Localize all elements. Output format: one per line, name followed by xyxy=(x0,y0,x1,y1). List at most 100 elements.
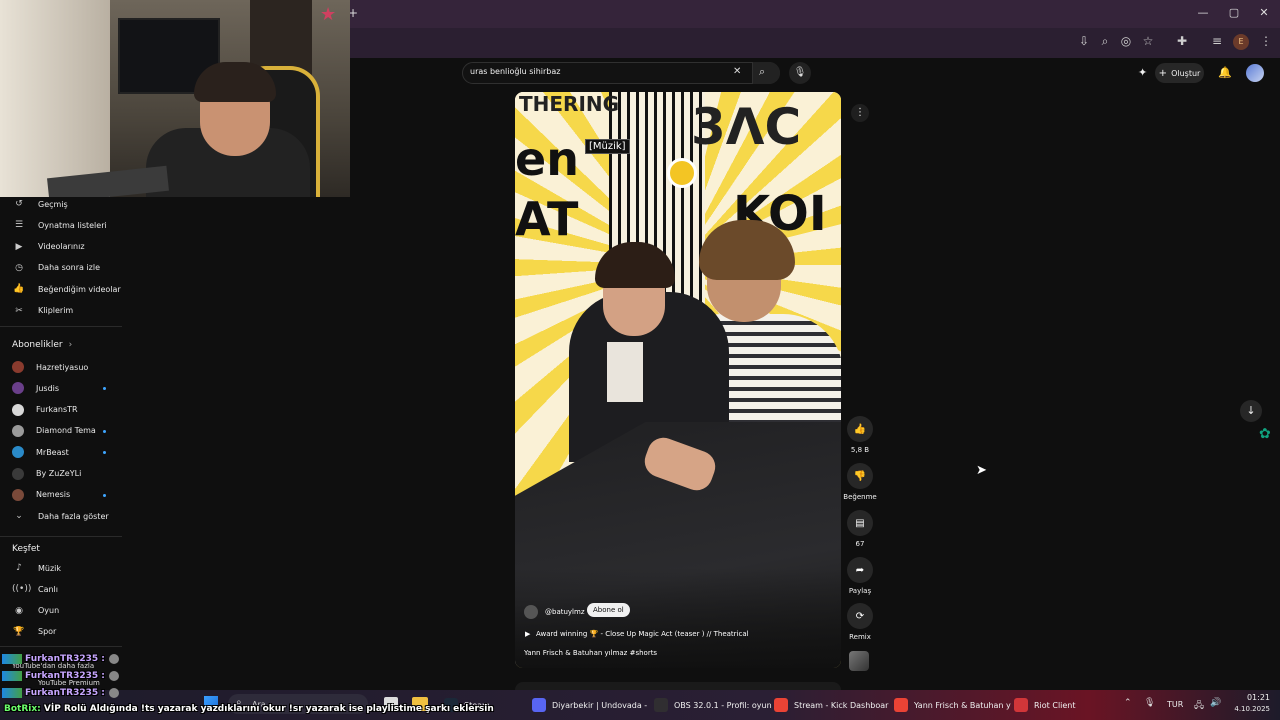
sidebar-item-clock[interactable]: ◷ Daha sonra izle xyxy=(12,258,100,278)
sidebar-item-label: Spor xyxy=(38,627,57,637)
taskbar-app-3[interactable]: Stream - Kick Dashboar xyxy=(774,698,888,712)
channel-avatar xyxy=(12,361,24,373)
profile-avatar[interactable]: E xyxy=(1233,34,1249,50)
clock-icon: ◷ xyxy=(15,262,23,273)
sign-text-mid-left: en xyxy=(515,132,579,186)
taskbar-app-label: Yann Frisch & Batuhan y xyxy=(914,700,1011,710)
next-short-preview[interactable] xyxy=(515,682,841,690)
sidebar-item-scissors[interactable]: ✂ Kliplerim xyxy=(12,301,73,321)
short-title[interactable]: Award winning 🏆 - Close Up Magic Act (te… xyxy=(536,630,749,638)
sidebar-item-music[interactable]: ♪ Müzik xyxy=(12,558,61,578)
app-icon xyxy=(654,698,668,712)
window-minimize-button[interactable]: — xyxy=(1193,6,1213,19)
subscription-label: Hazretiyasuo xyxy=(36,362,89,372)
network-icon[interactable]: 🖧 xyxy=(1194,698,1204,714)
short-video-player[interactable]: THERING 3ΛC en AT KOI [Müzik] @batuylmz … xyxy=(515,92,841,668)
account-avatar[interactable] xyxy=(1246,64,1264,82)
new-content-dot xyxy=(103,429,106,433)
scissors-icon: ✂ xyxy=(15,305,23,316)
sidebar-item-playlist[interactable]: ☰ Oynatma listeleri xyxy=(12,215,107,235)
search-button[interactable] xyxy=(752,62,780,84)
channel-avatar[interactable] xyxy=(524,605,538,619)
comments-action[interactable]: ▤ 67 xyxy=(846,510,874,548)
thumb-up-icon: 👍 xyxy=(13,284,25,295)
app-icon xyxy=(532,698,546,712)
cast-icon[interactable]: ✦ xyxy=(1138,66,1147,79)
subscribe-button[interactable]: Abone ol xyxy=(587,603,630,617)
zoom-icon[interactable]: ⌕ xyxy=(1097,34,1113,49)
extensions-icon[interactable]: ✚ xyxy=(1174,34,1190,48)
more-options-icon[interactable]: ⋮ xyxy=(851,104,869,122)
share-action[interactable]: ➦ Paylaş xyxy=(846,557,874,595)
browser-menu-icon[interactable]: ⋮ xyxy=(1258,34,1274,48)
media-control-icon[interactable]: ≡ xyxy=(1209,34,1225,48)
window-close-button[interactable]: ✕ xyxy=(1254,6,1274,19)
subscription-item[interactable]: Nemesis xyxy=(12,485,70,505)
sidebar-item-video[interactable]: ▶ Videolarınız xyxy=(12,237,85,257)
window-maximize-button[interactable]: ▢ xyxy=(1224,6,1244,19)
taskbar-app-1[interactable]: Diyarbekir | Undovada - xyxy=(532,698,647,712)
subscription-item[interactable]: FurkansTR xyxy=(12,400,78,420)
taskbar-app-label: Riot Client xyxy=(1034,700,1076,710)
sign-text-bottom-left: AT xyxy=(515,192,579,246)
sidebar-item-gamepad[interactable]: ◉ Oyun xyxy=(12,601,59,621)
taskbar-app-label: OBS 32.0.1 - Profil: oyun xyxy=(674,700,772,710)
search-input[interactable]: uras benlioğlu sihirbaz xyxy=(470,67,560,76)
comment-icon: ▤ xyxy=(847,510,873,536)
create-button[interactable]: + Oluştur xyxy=(1155,63,1204,83)
subscriptions-header[interactable]: Abonelikler › xyxy=(12,340,72,350)
sidebar-item-trophy[interactable]: 🏆 Spor xyxy=(12,622,56,642)
sidebar-divider xyxy=(0,646,122,647)
channel-name[interactable]: @batuylmz xyxy=(545,608,585,616)
next-short-arrow-icon[interactable]: ↓ xyxy=(1240,400,1262,422)
chatgpt-extension-icon[interactable]: ✿ xyxy=(1259,426,1271,442)
create-label: Oluştur xyxy=(1171,68,1201,78)
show-more-button[interactable]: ⌄ Daha fazla göster xyxy=(12,506,108,526)
language-indicator[interactable]: TUR xyxy=(1167,700,1183,709)
gamepad-icon: ◉ xyxy=(15,605,23,616)
notifications-icon[interactable]: 🔔 xyxy=(1218,66,1232,79)
subscription-item[interactable]: MrBeast xyxy=(12,442,69,462)
bot-message: BotRix: VİP Rolü Aldığında !ts yazarak y… xyxy=(4,704,494,714)
chat-emote-icon xyxy=(108,654,119,664)
bookmark-star-icon[interactable]: ☆ xyxy=(1140,34,1156,48)
subscription-item[interactable]: Diamond Tema xyxy=(12,421,96,441)
like-action[interactable]: 👍 5,8 B xyxy=(846,416,874,454)
comment-count: 67 xyxy=(855,540,865,548)
sidebar-item-label: Videolarınız xyxy=(38,242,85,252)
subscription-item[interactable]: Jusdis xyxy=(12,378,59,398)
dislike-action[interactable]: 👎 Beğenme xyxy=(843,463,877,501)
sound-thumbnail[interactable] xyxy=(849,651,869,671)
tray-chevron-icon[interactable]: ⌃ xyxy=(1124,698,1132,708)
clock-time[interactable]: 01:21 xyxy=(1230,693,1270,702)
taskbar-app-4[interactable]: Yann Frisch & Batuhan y xyxy=(894,698,1011,712)
channel-avatar xyxy=(12,446,24,459)
share-icon: ➦ xyxy=(847,557,873,583)
taskbar-app-5[interactable]: Riot Client xyxy=(1014,698,1076,712)
sidebar-item-history[interactable]: ↺ Geçmiş xyxy=(12,194,68,214)
sidebar-item-live[interactable]: ((•)) Canlı xyxy=(12,579,58,599)
chat-message: FurkanTR3235 : xyxy=(2,688,119,698)
emblem-badge xyxy=(667,158,697,188)
voice-search-icon[interactable]: 🎙 xyxy=(789,62,811,84)
mouse-cursor-icon: ➤ xyxy=(976,463,987,478)
chat-badge-icon xyxy=(2,654,22,664)
sidebar-divider xyxy=(0,536,122,537)
clear-search-icon[interactable]: ✕ xyxy=(733,66,741,77)
microphone-icon[interactable]: 🎙 xyxy=(1144,698,1155,708)
sidebar-item-thumb-up[interactable]: 👍 Beğendiğim videolar xyxy=(12,279,120,299)
subscription-label: Diamond Tema xyxy=(36,426,96,436)
remix-label: Remix xyxy=(849,633,871,641)
video-icon: ▶ xyxy=(15,241,23,252)
subscription-item[interactable]: By ZuZeYLi xyxy=(12,464,81,484)
taskbar-app-2[interactable]: OBS 32.0.1 - Profil: oyun xyxy=(654,698,772,712)
remix-action[interactable]: ⟳ Remix xyxy=(846,603,874,641)
new-content-dot xyxy=(103,493,106,497)
subscription-item[interactable]: Hazretiyasuo xyxy=(12,357,88,377)
sidebar-item-label: Daha sonra izle xyxy=(38,263,101,273)
sidebar-item-label: Geçmiş xyxy=(38,199,68,209)
eye-off-icon[interactable]: ◎ xyxy=(1118,34,1134,48)
install-icon[interactable]: ⇩ xyxy=(1076,34,1092,48)
clock-date: 4.10.2025 xyxy=(1234,705,1270,713)
sidebar-item-label: Oyun xyxy=(38,606,60,616)
